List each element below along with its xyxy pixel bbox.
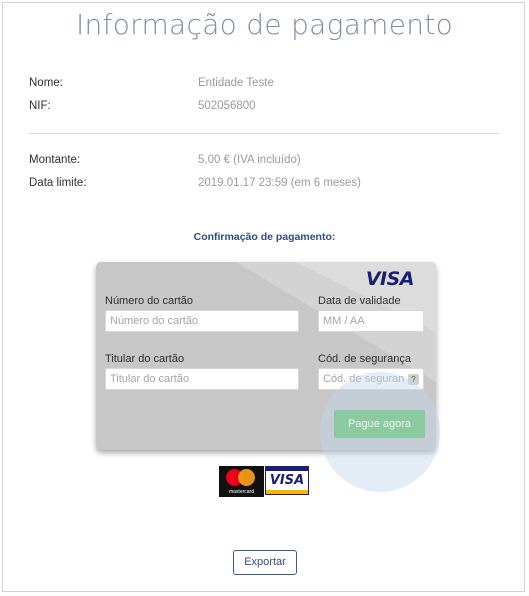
nif-value: 502056800 xyxy=(198,100,256,112)
amount-value: 5,00 € (IVA incluído) xyxy=(198,154,301,166)
mastercard-logo: mastercard xyxy=(219,466,264,497)
pay-now-button[interactable]: Pague agora xyxy=(334,410,425,438)
visa-logo: VISA xyxy=(365,268,415,290)
cvv-label: Cód. de segurança xyxy=(318,353,411,365)
visa-card-logo: VISA xyxy=(265,466,309,495)
expiry-input[interactable]: MM / AA xyxy=(318,310,424,332)
nif-label: NIF: xyxy=(29,100,51,112)
deadline-label: Data limite: xyxy=(29,177,87,189)
page-title: Informação de pagamento xyxy=(75,8,454,41)
name-label: Nome: xyxy=(29,77,63,89)
name-value: Entidade Teste xyxy=(198,77,274,89)
card-holder-input[interactable]: Titular do cartão xyxy=(105,368,299,390)
accepted-cards: mastercard VISA xyxy=(219,466,310,497)
amount-label: Montante: xyxy=(29,154,81,166)
deadline-value: 2019.01.17 23:59 (em 6 meses) xyxy=(198,177,362,189)
card-number-input[interactable]: Número do cartão xyxy=(105,310,299,332)
card-holder-label: Titular do cartão xyxy=(105,353,185,365)
card-number-label: Número do cartão xyxy=(105,295,194,307)
export-button[interactable]: Exportar xyxy=(233,550,297,575)
divider xyxy=(29,133,499,134)
expiry-label: Data de validade xyxy=(318,295,401,307)
payment-confirmation-heading: Confirmação de pagamento: xyxy=(193,231,336,243)
